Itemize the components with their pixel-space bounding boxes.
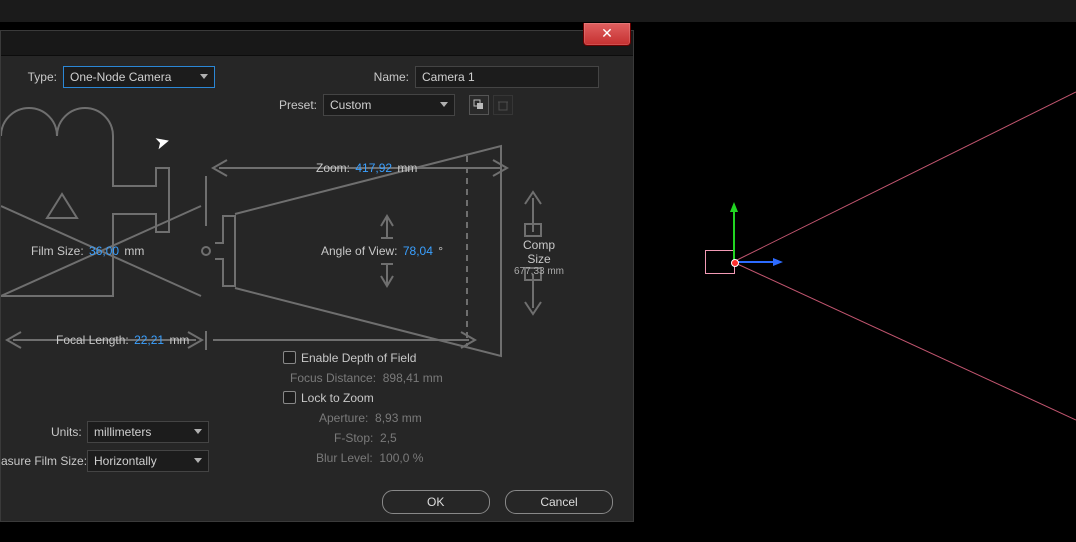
aperture-row: Aperture: 8,93 mm <box>319 411 422 425</box>
name-label: Name: <box>363 70 415 84</box>
enable-dof-row[interactable]: Enable Depth of Field <box>283 351 416 365</box>
type-value: One-Node Camera <box>70 70 171 84</box>
measure-film-size-select[interactable]: Horizontally <box>87 450 209 472</box>
units-select[interactable]: millimeters <box>87 421 209 443</box>
name-input[interactable]: Camera 1 <box>415 66 599 88</box>
film-size-value[interactable]: 36,00 <box>89 244 119 258</box>
type-select[interactable]: One-Node Camera <box>63 66 215 88</box>
focus-distance-row: Focus Distance: 898,41 mm <box>290 371 443 385</box>
measure-film-size-label: asure Film Size: <box>1 454 87 468</box>
chevron-down-icon <box>194 429 202 434</box>
close-button[interactable]: ✕ <box>583 23 631 46</box>
dialog-titlebar[interactable]: ✕ <box>1 31 633 56</box>
name-value: Camera 1 <box>422 70 475 84</box>
comp-size-value: 677,33 mm <box>511 266 567 277</box>
fstop-row: F-Stop: 2,5 <box>334 431 397 445</box>
zoom-value[interactable]: 417,92 <box>355 161 392 175</box>
frustum-lines <box>633 22 1076 542</box>
dialog-button-row: OK Cancel <box>370 490 613 514</box>
units-label: Units: <box>51 425 82 439</box>
zoom-label: Zoom: 417,92 mm <box>316 161 417 175</box>
viewport-3d[interactable] <box>633 22 1076 542</box>
type-label: Type: <box>1 70 63 84</box>
film-size-label: Film Size: 36,00 mm <box>31 244 144 258</box>
focal-length-label: Focal Length: 22,21 mm <box>56 333 189 347</box>
camera-diagram: Zoom: 417,92 mm Film Size: 36,00 mm Angl… <box>1 106 611 346</box>
blur-row: Blur Level: 100,0 % <box>316 451 423 465</box>
angle-of-view-label: Angle of View: 78,04 ° <box>321 244 443 258</box>
chevron-down-icon <box>194 458 202 463</box>
camera-settings-dialog: ✕ Type: One-Node Camera Name: Camera 1 P… <box>0 30 634 522</box>
comp-size-label: Comp Size 677,33 mm <box>511 238 567 277</box>
chevron-down-icon <box>200 74 208 79</box>
ok-button[interactable]: OK <box>382 490 490 514</box>
camera-diagram-svg <box>1 106 611 366</box>
lock-zoom-checkbox[interactable] <box>283 391 296 404</box>
angle-of-view-value[interactable]: 78,04 <box>403 244 433 258</box>
cancel-button[interactable]: Cancel <box>505 490 613 514</box>
lock-zoom-row[interactable]: Lock to Zoom <box>283 391 374 405</box>
enable-dof-checkbox[interactable] <box>283 351 296 364</box>
focal-length-value[interactable]: 22,21 <box>134 333 164 347</box>
close-icon: ✕ <box>601 25 613 41</box>
app-topbar <box>0 0 1076 22</box>
camera-origin-dot <box>731 259 739 267</box>
